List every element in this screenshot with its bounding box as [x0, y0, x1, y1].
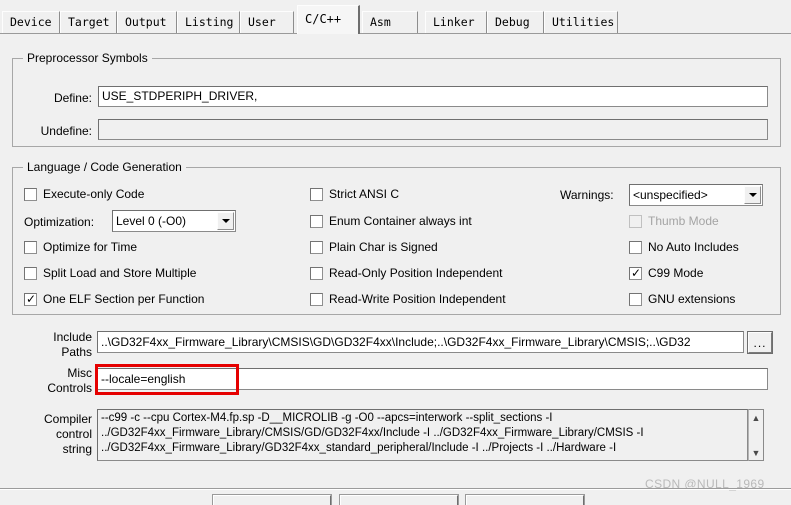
footer-separator: [0, 488, 791, 490]
footer-button-3[interactable]: [466, 495, 584, 505]
warnings-value: <unspecified>: [633, 188, 708, 202]
include-paths-browse-button[interactable]: ...: [747, 331, 773, 354]
checkbox-box: [310, 292, 323, 306]
misc-controls-label-line1: Misc: [67, 366, 92, 380]
checkbox-label: Strict ANSI C: [329, 187, 400, 201]
undefine-label: Undefine:: [40, 124, 92, 138]
checkbox-label: Read-Write Position Independent: [329, 292, 506, 306]
compiler-control-label-line2: control: [55, 427, 92, 441]
misc-controls-input[interactable]: --locale=english: [97, 368, 768, 390]
checkbox-label: Execute-only Code: [43, 187, 145, 201]
include-paths-label-line1: Include: [53, 330, 92, 344]
checkbox-box: [310, 187, 323, 201]
tab-device[interactable]: Device: [2, 11, 60, 33]
checkbox-label: Split Load and Store Multiple: [43, 266, 197, 280]
checkbox-plain-char-is-signed[interactable]: Plain Char is Signed: [310, 240, 438, 254]
compiler-control-string-textarea[interactable]: --c99 -c --cpu Cortex-M4.fp.sp -D__MICRO…: [97, 409, 748, 461]
tab-strip: Device Target Output Listing User C/C++ …: [0, 0, 791, 34]
footer-button-2[interactable]: [340, 495, 458, 505]
misc-controls-label-line2: Controls: [47, 381, 92, 395]
checkbox-box: [24, 187, 37, 201]
tab-user[interactable]: User: [240, 11, 294, 33]
checkbox-label: Thumb Mode: [648, 214, 719, 228]
footer-button-1[interactable]: [213, 495, 331, 505]
tab-utilities[interactable]: Utilities: [544, 11, 618, 33]
checkbox-enum-container-always-int[interactable]: Enum Container always int: [310, 214, 472, 228]
tab-strip-baseline: [0, 33, 791, 34]
checkbox-gnu-extensions[interactable]: GNU extensions: [629, 292, 735, 306]
check-mark-icon: ✓: [631, 265, 642, 280]
warnings-label: Warnings:: [560, 188, 614, 202]
checkbox-no-auto-includes[interactable]: No Auto Includes: [629, 240, 739, 254]
compiler-control-line: --c99 -c --cpu Cortex-M4.fp.sp -D__MICRO…: [101, 412, 553, 424]
tab-output[interactable]: Output: [117, 11, 177, 33]
optimization-select[interactable]: Level 0 (-O0): [112, 210, 236, 232]
warnings-select[interactable]: <unspecified>: [629, 184, 763, 206]
undefine-input[interactable]: [98, 119, 768, 140]
language-code-generation-legend: Language / Code Generation: [23, 160, 186, 174]
checkbox-optimize-for-time[interactable]: Optimize for Time: [24, 240, 137, 254]
compiler-control-label-line1: Compiler: [43, 412, 92, 426]
define-input[interactable]: USE_STDPERIPH_DRIVER,: [98, 86, 768, 107]
optimization-label: Optimization:: [24, 215, 95, 229]
compiler-control-scrollbar[interactable]: ▲ ▼: [748, 409, 764, 461]
define-label: Define:: [53, 91, 92, 105]
checkbox-label: Optimize for Time: [43, 240, 138, 254]
include-paths-input[interactable]: ..\GD32F4xx_Firmware_Library\CMSIS\GD\GD…: [97, 331, 744, 353]
chevron-up-icon[interactable]: ▲: [749, 410, 763, 425]
tab-debug[interactable]: Debug: [487, 11, 544, 33]
checkbox-box: [629, 292, 642, 306]
checkbox-box: [310, 214, 323, 228]
chevron-down-icon[interactable]: ▼: [749, 445, 763, 460]
compiler-control-line: ../GD32F4xx_Firmware_Library/GD32F4xx_st…: [101, 442, 617, 454]
checkbox-one-elf-section-per-function[interactable]: ✓ One ELF Section per Function: [24, 292, 204, 306]
checkbox-box: [629, 214, 642, 228]
checkbox-box: [24, 240, 37, 254]
compiler-control-line: ../GD32F4xx_Firmware_Library/CMSIS/GD/GD…: [101, 427, 644, 439]
checkbox-label: C99 Mode: [648, 266, 704, 280]
chevron-down-icon[interactable]: [217, 212, 234, 230]
checkbox-box: ✓: [24, 291, 37, 306]
checkbox-split-load-store-multiple[interactable]: Split Load and Store Multiple: [24, 266, 196, 280]
checkbox-label: Read-Only Position Independent: [329, 266, 503, 280]
preprocessor-symbols-legend: Preprocessor Symbols: [23, 51, 152, 65]
checkbox-label: One ELF Section per Function: [43, 292, 205, 306]
options-dialog-cpp-tab: Device Target Output Listing User C/C++ …: [0, 0, 791, 505]
checkbox-label: GNU extensions: [648, 292, 736, 306]
checkbox-read-only-position-independent[interactable]: Read-Only Position Independent: [310, 266, 502, 280]
checkbox-thumb-mode: Thumb Mode: [629, 214, 719, 228]
tab-cpp[interactable]: C/C++: [297, 5, 360, 34]
checkbox-box: [629, 240, 642, 254]
checkbox-label: Enum Container always int: [329, 214, 472, 228]
checkbox-box: [24, 266, 37, 280]
checkbox-strict-ansi-c[interactable]: Strict ANSI C: [310, 187, 399, 201]
compiler-control-label-line3: string: [62, 442, 92, 456]
checkbox-read-write-position-independent[interactable]: Read-Write Position Independent: [310, 292, 506, 306]
check-mark-icon: ✓: [26, 291, 37, 306]
checkbox-box: [310, 266, 323, 280]
checkbox-label: Plain Char is Signed: [329, 240, 438, 254]
checkbox-execute-only-code[interactable]: Execute-only Code: [24, 187, 144, 201]
tab-linker[interactable]: Linker: [425, 11, 487, 33]
chevron-down-icon[interactable]: [744, 186, 761, 204]
tab-listing[interactable]: Listing: [177, 11, 240, 33]
optimization-value: Level 0 (-O0): [116, 214, 187, 228]
checkbox-label: No Auto Includes: [648, 240, 739, 254]
checkbox-box: ✓: [629, 265, 642, 280]
include-paths-label-line2: Paths: [61, 345, 92, 359]
checkbox-box: [310, 240, 323, 254]
tab-target[interactable]: Target: [60, 11, 117, 33]
checkbox-c99-mode[interactable]: ✓ C99 Mode: [629, 266, 703, 280]
tab-asm[interactable]: Asm: [362, 11, 418, 33]
